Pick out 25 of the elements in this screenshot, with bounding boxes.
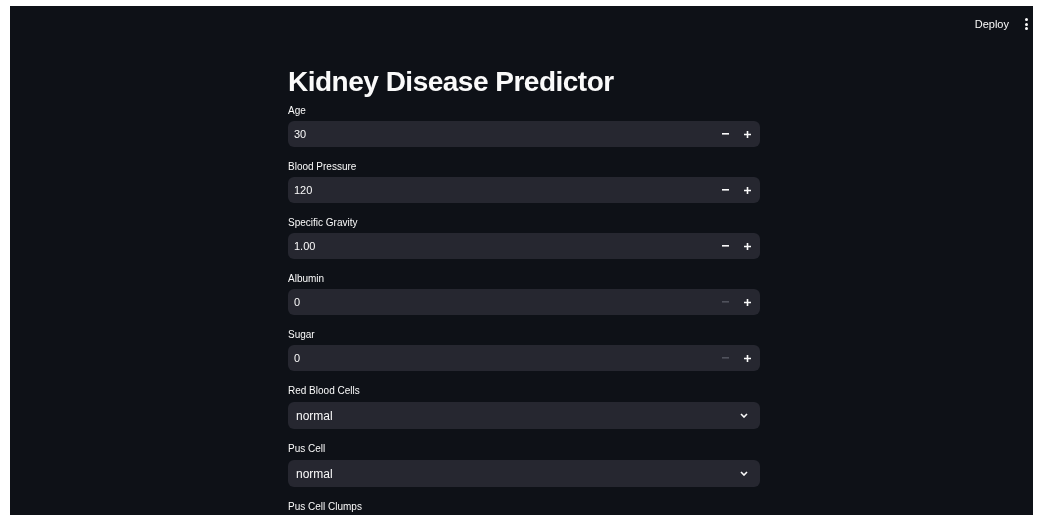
field-label: Pus Cell [288, 442, 326, 456]
plus-icon [743, 242, 751, 250]
field-label: Pus Cell Clumps [288, 500, 362, 514]
select-dropdown[interactable]: normal [288, 460, 760, 487]
field-label: Sugar [288, 328, 315, 342]
minus-icon [722, 133, 729, 135]
field-label: Albumin [288, 272, 325, 286]
minus-icon [722, 189, 729, 191]
page-title: Kidney Disease Predictor [288, 65, 614, 99]
select-dropdown[interactable]: normal [288, 402, 760, 429]
minus-icon [722, 301, 729, 303]
menu-icon[interactable] [1023, 17, 1029, 32]
plus-icon [743, 186, 751, 194]
deploy-button[interactable]: Deploy [970, 14, 1013, 35]
plus-icon [743, 130, 751, 138]
minus-icon [722, 245, 729, 247]
chevron-down-icon [740, 413, 748, 418]
minus-icon [722, 357, 729, 359]
plus-icon [743, 354, 751, 362]
field-label: Specific Gravity [288, 216, 358, 230]
field-label: Age [288, 104, 306, 118]
chevron-down-icon [740, 471, 748, 476]
field-label: Red Blood Cells [288, 384, 360, 398]
plus-icon [743, 298, 751, 306]
field-label: Blood Pressure [288, 160, 357, 174]
